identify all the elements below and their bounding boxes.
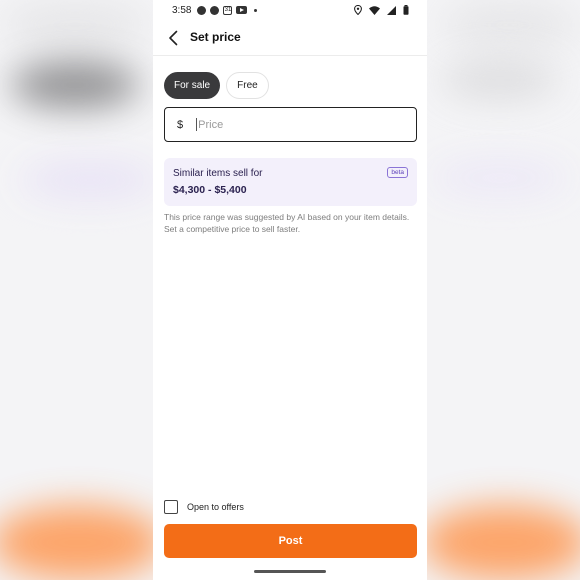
- background-blur-shape: [420, 505, 580, 580]
- suggested-price-range: $4,300 - $5,400: [173, 184, 247, 196]
- signal-icon: [387, 5, 396, 15]
- background-blur-shape: [440, 0, 580, 50]
- background-blur-shape: [0, 0, 150, 50]
- notification-dot-icon: [254, 8, 258, 12]
- background-blur-shape: [0, 505, 165, 580]
- background-blur-shape: [430, 158, 570, 198]
- app-header: Set price: [153, 20, 427, 56]
- beta-badge: beta: [387, 167, 408, 178]
- for-sale-chip[interactable]: For sale: [164, 72, 221, 99]
- open-to-offers-row[interactable]: Open to offers: [164, 500, 244, 514]
- chevron-left-icon: [169, 30, 178, 46]
- suggestion-helper-text: This price range was suggested by AI bas…: [164, 212, 410, 234]
- open-to-offers-label: Open to offers: [187, 502, 244, 512]
- messenger-icon: [197, 5, 207, 15]
- free-chip[interactable]: Free: [226, 72, 269, 99]
- price-input[interactable]: [198, 118, 379, 131]
- back-button[interactable]: [164, 28, 184, 48]
- background-blur-shape: [440, 60, 560, 100]
- background-blur-shape: [20, 160, 160, 200]
- chat-bubble-icon: [210, 5, 220, 15]
- suggestion-label: Similar items sell for: [173, 168, 263, 179]
- page-title: Set price: [190, 30, 241, 44]
- price-field[interactable]: $: [164, 107, 417, 142]
- location-icon: [354, 5, 362, 15]
- wifi-icon: [369, 5, 380, 15]
- battery-icon: [403, 5, 409, 15]
- listing-type-toggle: For sale Free: [164, 72, 269, 99]
- status-time: 3:58: [172, 4, 192, 16]
- home-indicator[interactable]: [254, 570, 326, 573]
- youtube-icon: [236, 6, 248, 14]
- text-cursor: [196, 118, 198, 131]
- open-to-offers-checkbox[interactable]: [164, 500, 178, 514]
- phone-screen: 3:58 31 Set price For sale Free $ Price …: [153, 0, 427, 580]
- price-suggestion-card: Similar items sell for $4,300 - $5,400 b…: [164, 158, 417, 206]
- status-right-icons: [354, 5, 409, 15]
- post-button[interactable]: Post: [164, 524, 417, 558]
- background-blur-shape: [10, 62, 140, 108]
- status-bar: 3:58 31: [153, 0, 427, 20]
- calendar-icon: 31: [223, 5, 233, 15]
- currency-symbol: $: [177, 118, 184, 131]
